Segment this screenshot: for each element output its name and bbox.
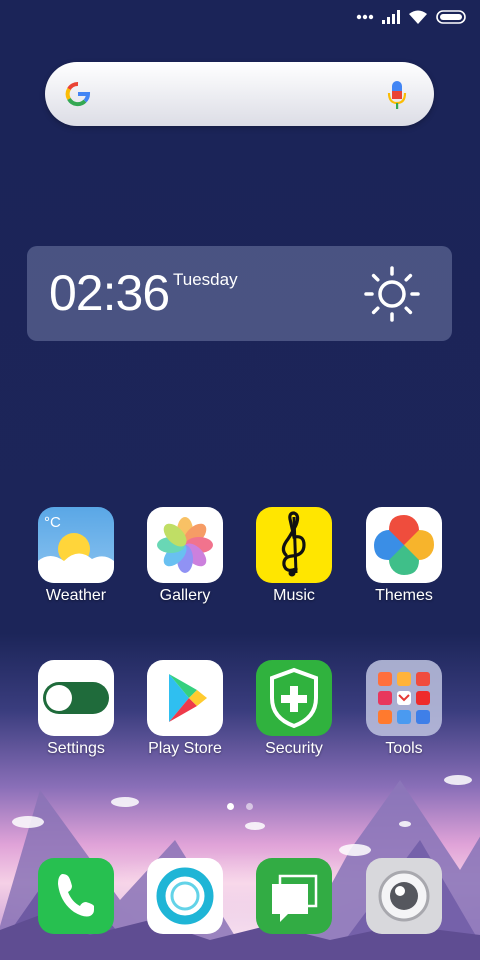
tools-folder-icon — [366, 660, 442, 736]
browser-icon — [147, 858, 223, 934]
app-gallery[interactable]: Gallery — [135, 507, 235, 605]
dock-camera[interactable] — [354, 858, 454, 934]
dock-phone[interactable] — [26, 858, 126, 934]
clock-weather-widget[interactable]: 02:36 Tuesday — [27, 246, 452, 341]
app-label: Play Store — [148, 740, 222, 757]
page-dot[interactable] — [246, 803, 253, 810]
app-label: Settings — [47, 740, 105, 757]
app-security[interactable]: Security — [244, 660, 344, 758]
play-store-icon — [147, 660, 223, 736]
weather-icon-text: °C — [44, 514, 61, 531]
app-tools[interactable]: Tools — [354, 660, 454, 758]
app-label: Weather — [45, 587, 107, 604]
google-search-bar[interactable] — [45, 62, 434, 126]
weather-icon: °C — [38, 507, 114, 583]
app-label: Tools — [385, 740, 423, 757]
gallery-icon — [147, 507, 223, 583]
dots-icon — [356, 14, 374, 20]
themes-icon — [366, 507, 442, 583]
messages-icon — [256, 858, 332, 934]
wallpaper — [0, 0, 480, 960]
app-play-store[interactable]: Play Store — [135, 660, 235, 758]
app-themes[interactable]: Themes — [354, 507, 454, 605]
microphone-icon[interactable] — [386, 79, 408, 111]
wifi-icon — [409, 10, 427, 24]
clock-day: Tuesday — [173, 270, 238, 289]
status-bar — [356, 6, 468, 28]
app-label: Gallery — [159, 587, 211, 604]
clock-time: 02:36 — [49, 265, 170, 321]
signal-icon — [382, 10, 400, 24]
page-dot-active[interactable] — [227, 803, 234, 810]
dock-browser[interactable] — [135, 858, 235, 934]
app-settings[interactable]: Settings — [26, 660, 126, 758]
phone-icon — [38, 858, 114, 934]
security-icon — [256, 660, 332, 736]
app-label: Music — [273, 587, 315, 604]
app-weather[interactable]: °C Weather — [26, 507, 126, 605]
battery-icon — [436, 10, 466, 24]
camera-icon — [366, 858, 442, 934]
settings-icon — [38, 660, 114, 736]
sun-icon — [364, 266, 420, 322]
app-music[interactable]: Music — [244, 507, 344, 605]
page-indicator — [0, 803, 480, 810]
dock-messages[interactable] — [244, 858, 344, 934]
app-label: Themes — [375, 587, 433, 604]
music-icon — [256, 507, 332, 583]
google-logo-icon — [65, 82, 91, 107]
app-label: Security — [265, 740, 323, 757]
